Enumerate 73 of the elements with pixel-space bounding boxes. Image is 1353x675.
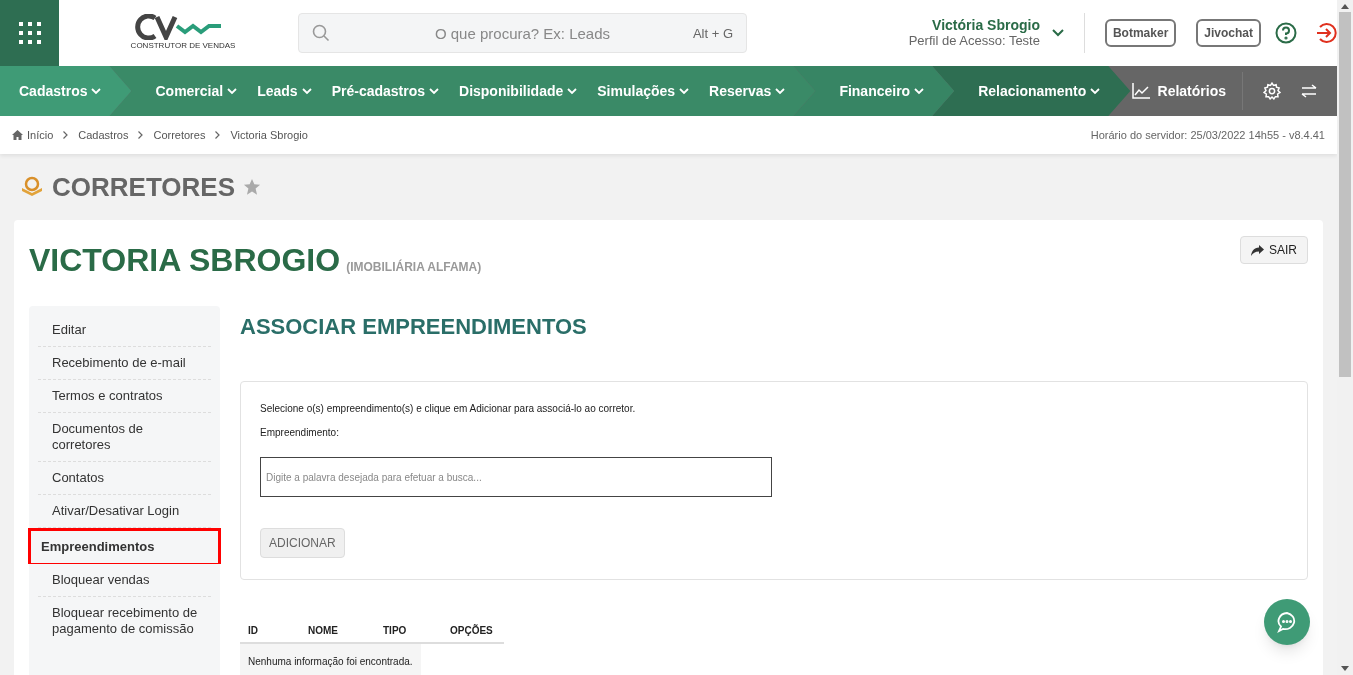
server-time: Horário do servidor: 25/03/2022 14h55 - v8.4.41: [1090, 127, 1325, 143]
line-chart-icon: [1131, 83, 1150, 99]
side-menu-item[interactable]: Recebimento de e-mail: [38, 347, 211, 380]
column-header: TIPO: [382, 623, 408, 638]
scroll-up-icon[interactable]: [1341, 4, 1349, 9]
swap-arrows-icon[interactable]: [1301, 84, 1317, 98]
scroll-down-icon[interactable]: [1341, 666, 1349, 671]
chevron-down-icon: [91, 87, 102, 95]
grid-icon: [17, 21, 42, 45]
nav-menu[interactable]: Financeiro: [839, 80, 925, 102]
chat-bubble-icon: [1276, 611, 1298, 633]
add-button[interactable]: ADICIONAR: [260, 528, 345, 558]
side-menu-item[interactable]: Bloquear recebimento de pagamento de comissão: [38, 596, 213, 645]
help-icon[interactable]: [1275, 22, 1297, 44]
empty-table-message: Nenhuma informação foi encontrada.: [240, 644, 421, 675]
field-label: Empreendimento:: [260, 426, 340, 440]
nav-menu[interactable]: Relacionamento: [978, 80, 1101, 102]
record-name: VICTORIA SBROGIO: [29, 241, 341, 280]
header-button[interactable]: Jivochat: [1196, 19, 1261, 47]
star-icon[interactable]: [243, 178, 261, 196]
nav-menu[interactable]: Pré-cadastros: [331, 80, 440, 102]
chevron-down-icon: [775, 87, 786, 95]
breadcrumb-link[interactable]: Victoria Sbrogio: [230, 126, 308, 144]
side-menu-item[interactable]: Documentos de corretores: [38, 413, 211, 462]
page-title: CORRETORES: [52, 170, 235, 204]
broker-icon: [20, 175, 44, 199]
side-menu-item[interactable]: Contatos: [38, 462, 211, 495]
side-menu-item[interactable]: Bloquear vendas: [38, 563, 211, 597]
column-header: OPÇÕES: [449, 623, 494, 638]
side-menu-item[interactable]: Termos e contratos: [38, 380, 211, 413]
exit-button[interactable]: SAIR: [1240, 236, 1308, 264]
record-company: (IMOBILIÁRIA ALFAMA): [346, 258, 482, 276]
nav-menu[interactable]: Comercial: [155, 80, 238, 102]
logo-tagline: CONSTRUTOR DE VENDAS: [130, 40, 236, 52]
chevron-right-icon: [63, 131, 69, 139]
nav-menu[interactable]: Reservas: [709, 80, 786, 102]
breadcrumb-link[interactable]: Início: [12, 126, 54, 144]
header-button[interactable]: Botmaker: [1104, 19, 1177, 47]
side-menu-item[interactable]: Empreendimentos: [28, 528, 221, 564]
chevron-down-icon: [914, 87, 925, 95]
column-header: ID: [247, 623, 259, 638]
chevron-down-icon: [301, 87, 312, 95]
reports-link[interactable]: Relatórios: [1131, 66, 1242, 116]
development-search-field[interactable]: Digite a palavra desejada para efetuar a busca...: [260, 457, 772, 497]
chevron-right-icon: [138, 131, 144, 139]
nav-menu[interactable]: Disponibilidade: [459, 80, 578, 102]
apps-menu-button[interactable]: [0, 0, 59, 66]
chevron-down-icon: [227, 87, 238, 95]
settings-icon[interactable]: [1263, 82, 1281, 100]
scrollbar-thumb[interactable]: [1339, 12, 1351, 377]
side-menu-item[interactable]: Editar: [38, 314, 211, 347]
chevron-down-icon: [679, 87, 690, 95]
share-arrow-icon: [1251, 244, 1264, 256]
breadcrumb-link[interactable]: Corretores: [153, 126, 206, 144]
shortcut-hint: Alt + G: [692, 25, 733, 43]
home-icon: [12, 130, 23, 140]
search-icon: [312, 24, 330, 42]
chevron-down-icon: [1051, 29, 1064, 37]
chevron-down-icon: [1090, 87, 1101, 95]
column-header: NOME: [307, 623, 339, 638]
chevron-right-icon: [215, 131, 221, 139]
chevron-down-icon: [567, 87, 578, 95]
breadcrumb-link[interactable]: Cadastros: [78, 126, 129, 144]
access-profile: Perfil de Acesso: Teste: [908, 33, 1040, 49]
user-name: Victória Sbrogio: [932, 17, 1040, 33]
user-menu[interactable]: Victória Sbrogio Perfil de Acesso: Teste: [908, 13, 1085, 53]
instructions-text: Selecione o(s) empreendimento(s) e clique em Adicionar para associá-lo ao corretor.: [260, 402, 637, 416]
nav-menu[interactable]: Leads: [257, 80, 312, 102]
nav-menu[interactable]: Simulações: [597, 80, 690, 102]
chevron-down-icon: [429, 87, 440, 95]
logout-icon[interactable]: [1315, 22, 1337, 44]
side-menu-item[interactable]: Ativar/Desativar Login: [38, 495, 211, 528]
section-title: ASSOCIAR EMPREENDIMENTOS: [240, 313, 588, 341]
